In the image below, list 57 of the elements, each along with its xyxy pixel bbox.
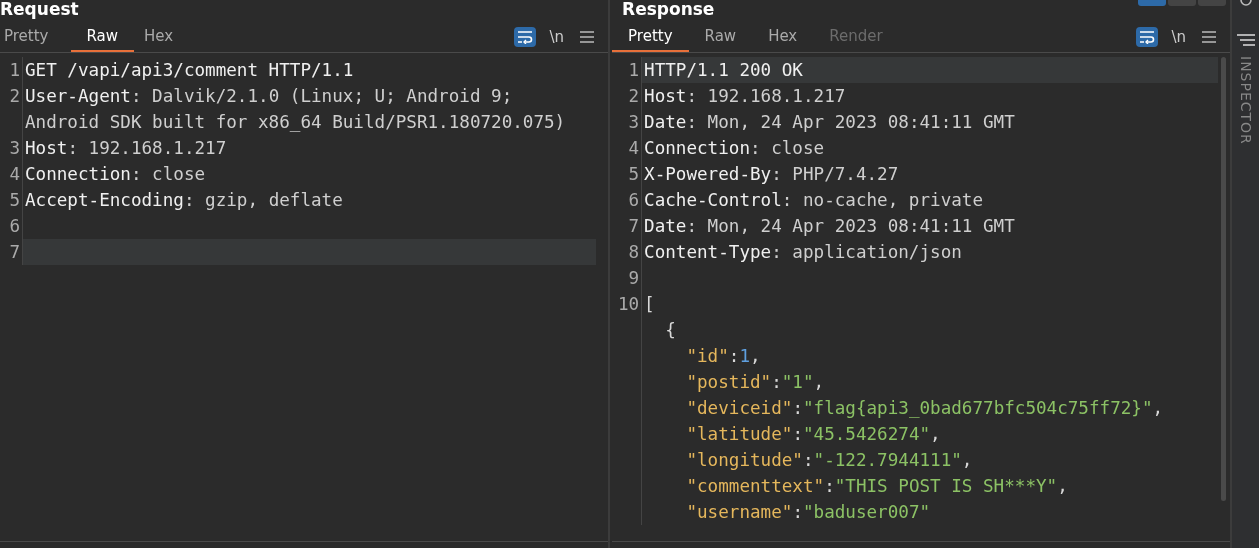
- line-number: 3: [9, 138, 20, 158]
- code-line: User-Agent: Dalvik/2.1.0 (Linux; U; Android 9; Android SDK built for x86_64 Build/PSR1.180720.075): [25, 86, 566, 132]
- newline-toggle[interactable]: \n: [549, 28, 565, 46]
- view-tab[interactable]: Hex: [752, 22, 814, 52]
- code-line: "postid":"1",: [685, 372, 825, 392]
- code-line: "deviceid":"flag{api3_0bad677bfc504c75ff72}",: [685, 398, 1164, 418]
- code-line: {: [664, 320, 676, 340]
- code-line: GET /vapi/api3/comment HTTP/1.1: [25, 60, 354, 80]
- code-line: "username":"baduser007": [685, 502, 931, 522]
- code-line: "id":1,: [685, 346, 761, 366]
- code-line: Host: 192.168.1.217: [25, 138, 227, 158]
- code-line: "latitude":"45.5426274",: [685, 424, 941, 444]
- code-line: "commenttext":"THIS POST IS SH***Y",: [685, 476, 1068, 496]
- code-line: [: [644, 294, 655, 314]
- line-number: 4: [628, 138, 640, 158]
- line-number: 10: [617, 294, 640, 314]
- code-line: Cache-Control: no-cache, private: [644, 190, 984, 210]
- settings-icon[interactable]: [1238, 0, 1253, 8]
- code-line: Host: 192.168.1.217: [644, 86, 846, 106]
- line-number: 7: [628, 216, 640, 236]
- menu-icon[interactable]: [1202, 31, 1217, 43]
- newline-toggle[interactable]: \n: [1171, 28, 1187, 46]
- line-number: 6: [9, 216, 20, 236]
- line-number: 2: [9, 86, 20, 106]
- code-line: Content-Type: application/json: [644, 242, 962, 262]
- code-line: X-Powered-By: PHP/7.4.27: [644, 164, 899, 184]
- view-tab[interactable]: Raw: [688, 22, 753, 52]
- code-line: Connection: close: [25, 164, 206, 184]
- menu-icon[interactable]: [580, 31, 595, 43]
- line-number: 3: [628, 112, 640, 132]
- code-line: Date: Mon, 24 Apr 2023 08:41:11 GMT: [644, 216, 1015, 236]
- code-line: Connection: close: [644, 138, 825, 158]
- line-number: 5: [628, 164, 640, 184]
- word-wrap-icon[interactable]: [1135, 27, 1158, 47]
- code-line: "longitude":"-122.7944111",: [685, 450, 973, 470]
- line-number: 7: [9, 242, 20, 262]
- line-number: 8: [628, 242, 640, 262]
- view-tab[interactable]: Hex: [140, 22, 190, 52]
- view-tab[interactable]: Raw: [70, 22, 135, 52]
- code-line: Accept-Encoding: gzip, deflate: [25, 190, 343, 210]
- line-number: 2: [628, 86, 640, 106]
- panel-title: Response: [621, 0, 715, 18]
- filter-icon[interactable]: [1236, 34, 1255, 46]
- code-line: HTTP/1.1 200 OK: [644, 60, 803, 80]
- line-number: 4: [9, 164, 20, 184]
- line-number: 1: [628, 60, 640, 80]
- code-line: Date: Mon, 24 Apr 2023 08:41:11 GMT: [644, 112, 1015, 132]
- inspector-tab[interactable]: INSPECTOR: [1237, 56, 1254, 145]
- scrollbar[interactable]: [1221, 57, 1227, 501]
- view-tab[interactable]: Pretty: [0, 22, 65, 52]
- word-wrap-icon[interactable]: [513, 27, 536, 47]
- view-tab[interactable]: Pretty: [612, 22, 689, 52]
- line-number: 1: [9, 60, 20, 80]
- line-number: 6: [628, 190, 640, 210]
- panel-title: Request: [0, 0, 79, 18]
- line-number: 9: [628, 268, 640, 288]
- line-number: 5: [9, 190, 20, 210]
